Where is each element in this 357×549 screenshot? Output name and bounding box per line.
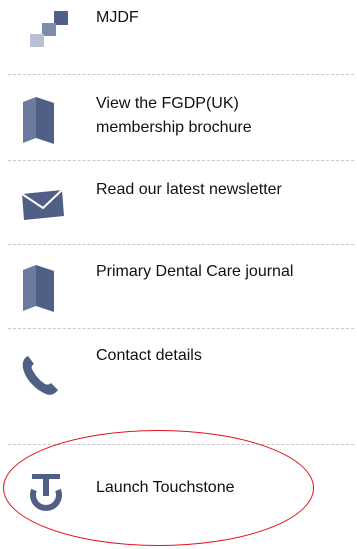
list-item-newsletter[interactable]: Read our latest newsletter [0,164,357,242]
list-item-label[interactable]: Contact details [96,344,202,368]
divider [8,328,354,329]
phone-icon [18,352,64,403]
stacked-squares-icon [20,6,72,57]
divider [8,74,354,75]
envelope-icon [20,188,66,227]
list-item-mjdf[interactable]: MJDF [0,0,357,70]
divider [8,244,354,245]
list-item-journal[interactable]: Primary Dental Care journal [0,248,357,328]
list-item-label[interactable]: View the FGDP(UK) membership brochure [96,92,316,140]
list-item-label[interactable]: MJDF [96,6,139,30]
brochure-icon [20,94,62,155]
journal-icon [20,262,62,323]
list-item-contact[interactable]: Contact details [0,332,357,442]
list-item-brochure[interactable]: View the FGDP(UK) membership brochure [0,80,357,158]
list-item-label[interactable]: Read our latest newsletter [96,178,282,202]
list-item-label[interactable]: Primary Dental Care journal [96,260,316,284]
divider [8,160,354,161]
highlight-oval [3,430,314,546]
